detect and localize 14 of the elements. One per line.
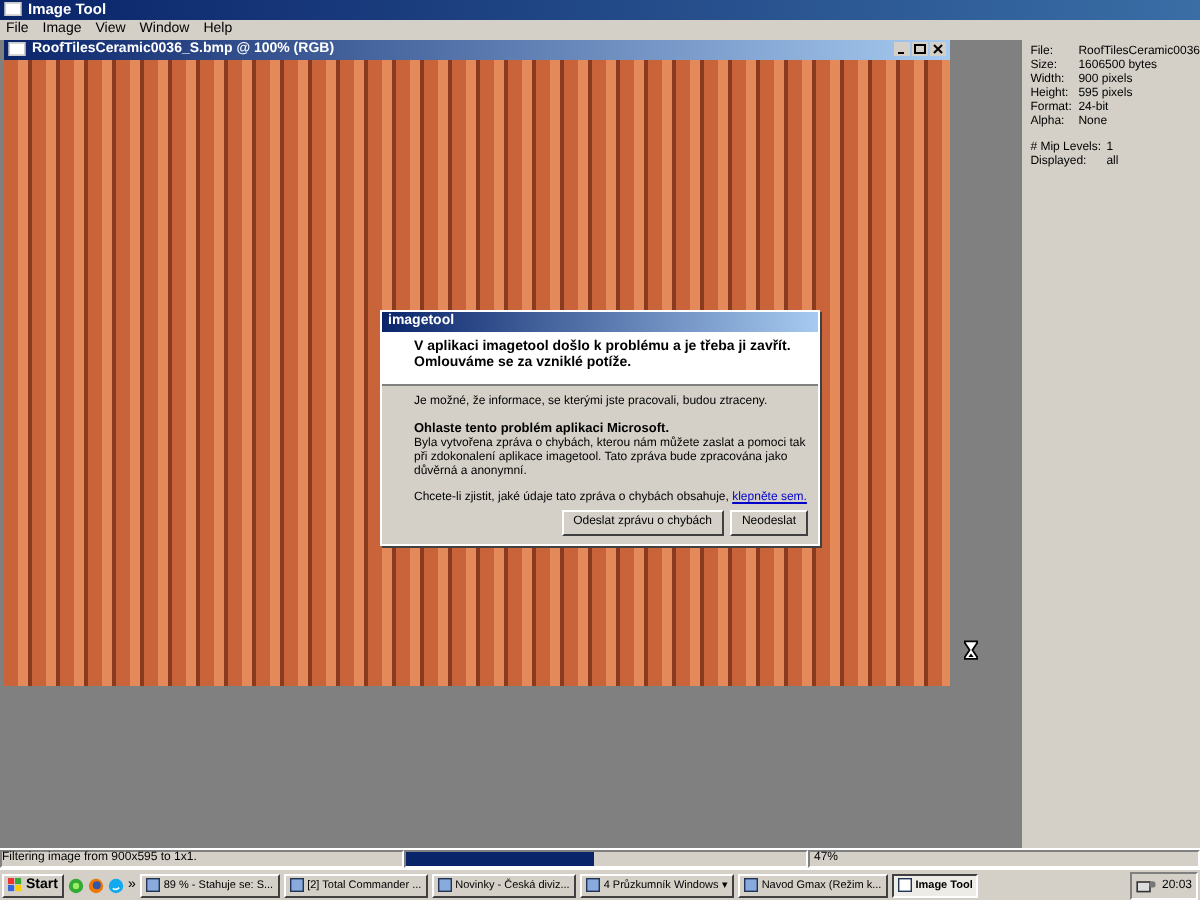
window-icon	[897, 878, 912, 893]
window-icon	[437, 878, 452, 893]
maximize-icon[interactable]	[912, 42, 928, 57]
hourglass-cursor-icon	[964, 639, 978, 660]
network-icon[interactable]	[1135, 877, 1156, 894]
window-icon	[289, 878, 304, 893]
window-icon	[4, 2, 22, 17]
window-icon	[145, 878, 160, 893]
minimize-icon[interactable]	[894, 42, 910, 57]
close-icon[interactable]	[930, 42, 946, 57]
windows-logo-icon	[8, 878, 22, 893]
window-icon	[743, 878, 758, 893]
window-icon	[585, 878, 600, 893]
browser-icon[interactable]	[87, 877, 104, 894]
